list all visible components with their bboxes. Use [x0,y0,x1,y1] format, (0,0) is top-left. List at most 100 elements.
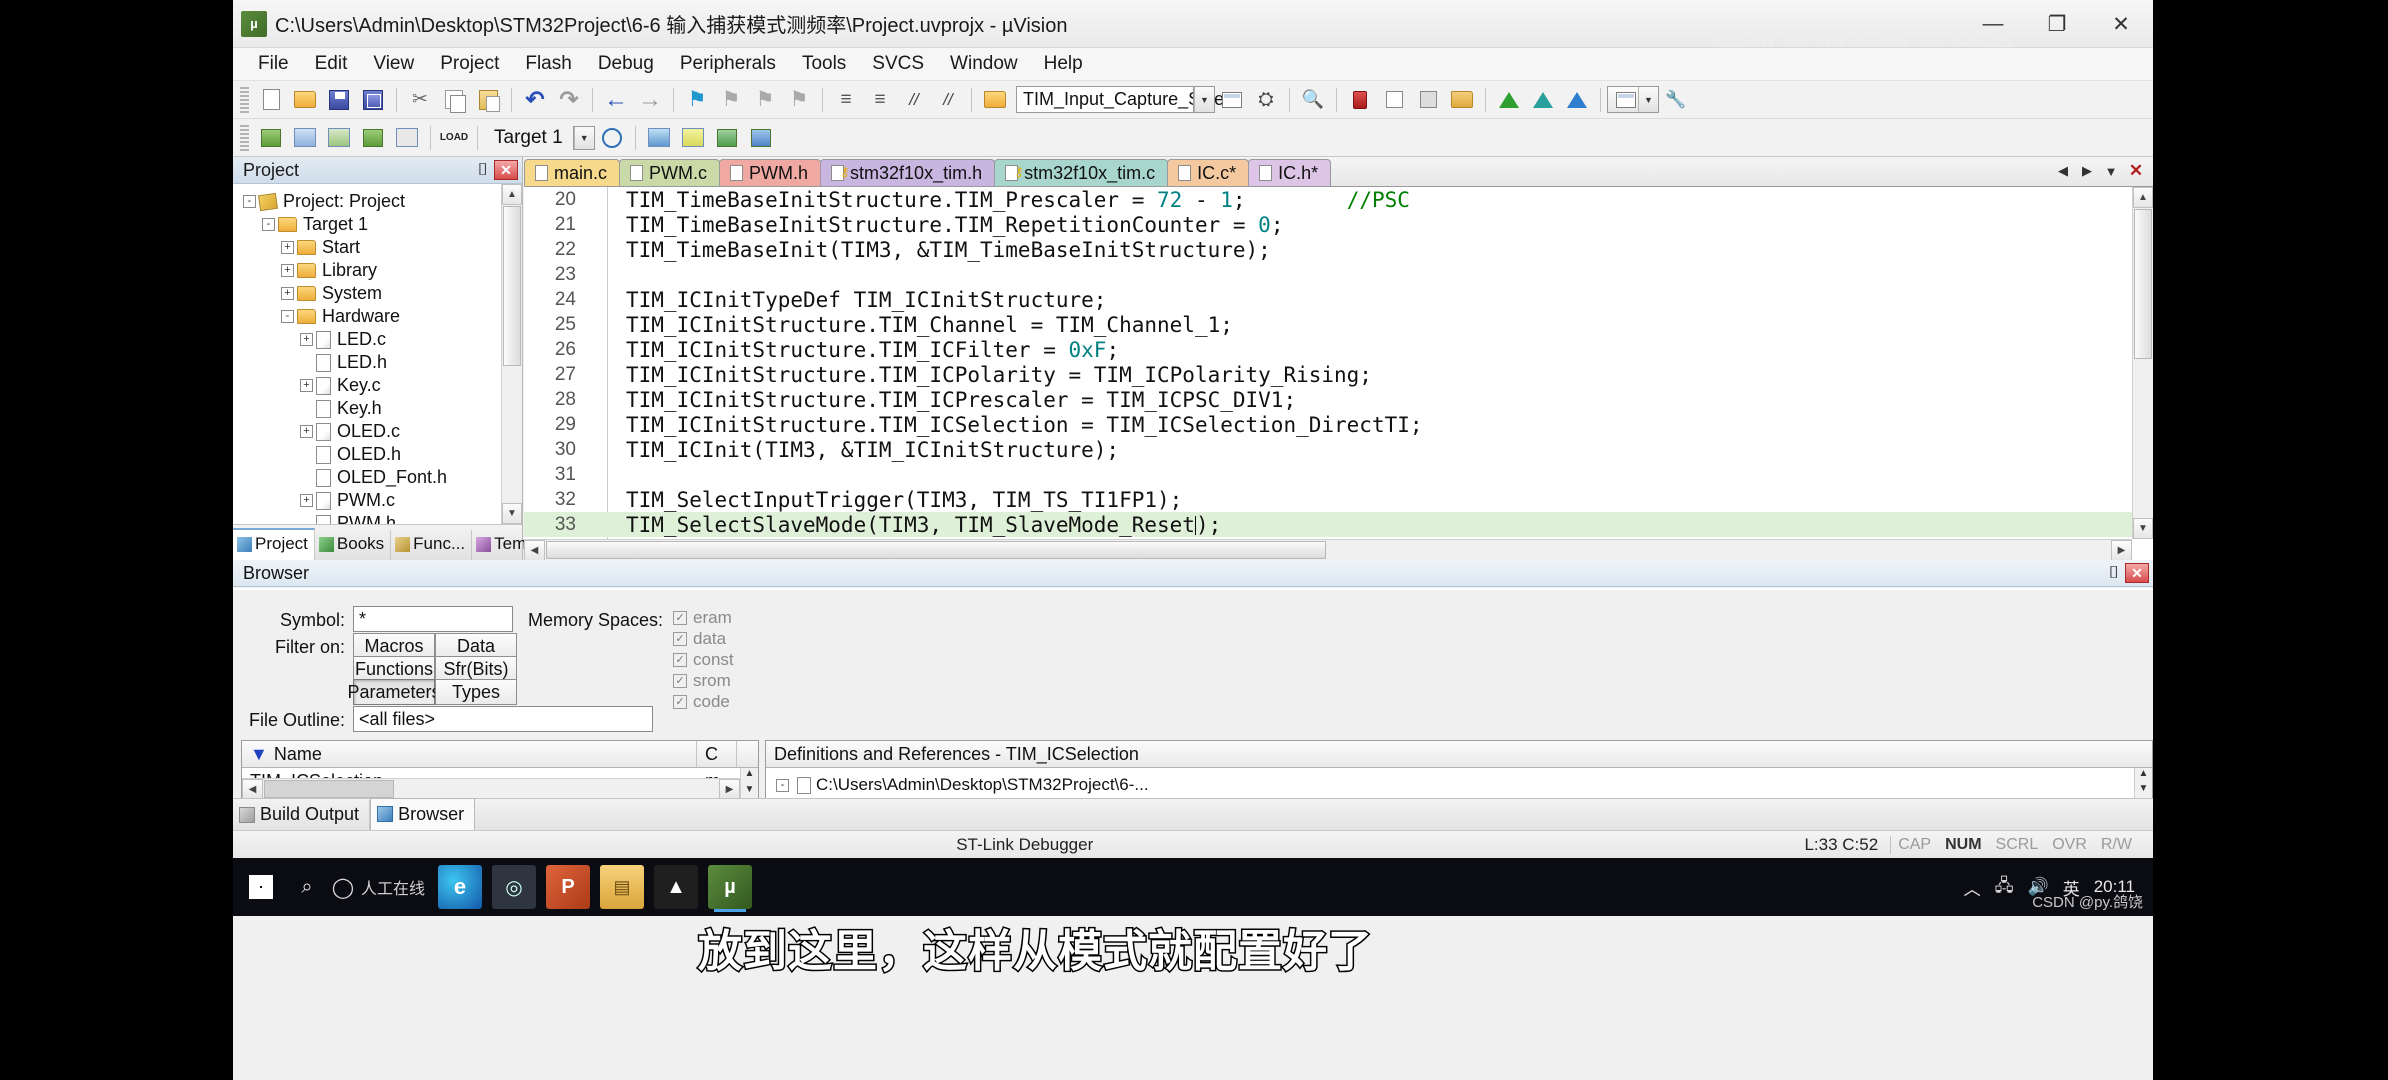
tray-chevron-icon[interactable]: ︿ [1964,875,1981,900]
expand-icon[interactable]: + [300,425,313,438]
windows-start-icon[interactable] [233,875,289,899]
insert-breakpoint-icon[interactable] [1344,85,1376,115]
new-file-icon[interactable] [255,85,287,115]
editor-tab-stm32f10x-tim-c[interactable]: ⚷ stm32f10x_tim.c [994,159,1169,186]
column-name[interactable]: ▼ Name [242,741,697,767]
editor-tab-main-c[interactable]: main.c [524,159,621,186]
scroll-right-icon[interactable]: ▶ [2111,540,2132,561]
copy-icon[interactable] [438,85,470,115]
menu-window[interactable]: Window [937,50,1031,78]
tree-item-library[interactable]: + Library [233,259,522,282]
memory-space-data[interactable]: ✓ data [673,628,734,649]
memory-space-srom[interactable]: ✓ srom [673,670,734,691]
checkbox-icon[interactable]: ✓ [673,694,687,709]
checkbox-icon[interactable]: ✓ [673,631,687,646]
filter-parameters-button[interactable]: Parameters [347,679,441,705]
scroll-up-icon[interactable]: ▲ [2135,768,2152,784]
code-line[interactable]: 31 [524,462,2132,487]
tree-item-pwm-h[interactable]: PWM.h [233,512,522,524]
code-vscrollbar[interactable]: ▲ ▼ [2132,187,2153,539]
undo-icon[interactable] [519,85,551,115]
batch-build-icon[interactable] [357,123,389,153]
redo-icon[interactable] [553,85,585,115]
expand-icon[interactable]: + [281,287,294,300]
open-text-file-icon[interactable] [979,85,1011,115]
minimize-button[interactable]: — [1961,0,2025,48]
menu-svcs[interactable]: SVCS [859,50,937,78]
project-tree[interactable]: - Project: Project - Target 1 + Start + Library… [233,184,522,524]
powerpoint-icon[interactable]: P [546,865,591,909]
column-c[interactable]: C [697,741,737,767]
navigate-back-icon[interactable] [600,85,632,115]
tab-build-output[interactable]: Build Output [233,800,371,830]
bookmark-toggle-icon[interactable] [681,85,713,115]
memory-space-eram[interactable]: ✓ eram [673,607,734,628]
maximize-button[interactable]: ❐ [2025,0,2089,48]
paste-icon[interactable] [472,85,504,115]
tree-item-key-h[interactable]: Key.h [233,397,522,420]
download-icon[interactable]: LOAD [438,123,470,153]
stop-build-icon[interactable] [391,123,423,153]
tab-scroll-right-icon[interactable]: ▶ [2075,159,2099,183]
cortana-icon[interactable]: ◯ [325,875,361,900]
code-line[interactable]: 22 TIM_TimeBaseInit(TIM3, &TIM_TimeBaseIn… [524,237,2132,262]
scroll-left-icon[interactable]: ◀ [524,540,545,561]
tree-item-oled-h[interactable]: OLED.h [233,443,522,466]
tab-functions[interactable]: Func... [391,530,473,560]
menu-view[interactable]: View [360,50,427,78]
keil-uvision-icon[interactable]: µ [708,865,753,912]
tree-item-hardware[interactable]: - Hardware [233,305,522,328]
manage-project-items-icon[interactable] [643,123,675,153]
checkbox-icon[interactable]: ✓ [673,673,687,688]
tree-item-oled-c[interactable]: + OLED.c [233,420,522,443]
debug-icon[interactable] [745,123,777,153]
menu-tools[interactable]: Tools [789,50,859,78]
tree-item-system[interactable]: + System [233,282,522,305]
tab-browser[interactable]: Browser [370,798,476,830]
editor-tab-stm32f10x-tim-h[interactable]: ⚷ stm32f10x_tim.h [820,159,996,186]
disable-all-icon[interactable] [1446,85,1478,115]
scroll-right-icon[interactable]: ▶ [719,779,740,800]
uncomment-icon[interactable] [932,85,964,115]
rebuild-icon[interactable] [323,123,355,153]
configuration-wizard-icon[interactable] [1660,85,1692,115]
tree-item-led-h[interactable]: LED.h [233,351,522,374]
disable-breakpoint-icon[interactable] [1412,85,1444,115]
manage-run-time-icon[interactable] [677,123,709,153]
editor-tab-pwm-c[interactable]: PWM.c [619,159,721,186]
hscroll-thumb[interactable] [264,780,394,798]
scroll-down-icon[interactable]: ▼ [2135,783,2152,799]
collapse-icon[interactable]: - [281,310,294,323]
search-input[interactable]: TIM_Input_Capture_Selec [1016,86,1233,113]
open-file-icon[interactable] [289,85,321,115]
expand-icon[interactable]: + [281,241,294,254]
definitions-grid[interactable]: Definitions and References - TIM_ICSelec… [765,740,2153,818]
expand-icon[interactable]: + [300,379,313,392]
debug-settings-icon[interactable] [1527,85,1559,115]
symbol-grid-vscroll[interactable]: ▲ ▼ [740,768,758,799]
symbol-results-grid[interactable]: ▼ Name C TIM_ICSelection m ◀ ▶ [241,740,759,800]
tab-list-icon[interactable]: ▼ [2099,159,2123,183]
menu-file[interactable]: File [245,50,302,78]
expand-icon[interactable]: + [281,264,294,277]
bookmark-clear-icon[interactable] [783,85,815,115]
menu-edit[interactable]: Edit [302,50,361,78]
save-all-icon[interactable] [357,85,389,115]
close-button[interactable]: ✕ [2089,0,2153,48]
kill-breakpoints-icon[interactable] [1378,85,1410,115]
scroll-thumb[interactable] [503,206,521,366]
edge-icon[interactable]: e [438,865,483,909]
code-line[interactable]: 24 TIM_ICInitTypeDef TIM_ICInitStructure; [524,287,2132,312]
tree-item-oled-font-h[interactable]: OLED_Font.h [233,466,522,489]
toolbar-grip[interactable] [240,86,249,113]
filter-types-button[interactable]: Types [435,679,517,705]
file-explorer-icon[interactable]: ▤ [600,865,645,909]
checkbox-icon[interactable]: ✓ [673,652,687,667]
app-dark-icon[interactable]: ◎ [492,865,537,909]
cut-icon[interactable] [404,85,436,115]
editor-tab-ic-h-[interactable]: IC.h* [1248,159,1332,186]
memory-space-code[interactable]: ✓ code [673,691,734,712]
expand-icon[interactable]: + [300,494,313,507]
scroll-left-icon[interactable]: ◀ [242,779,263,800]
expander-icon[interactable]: - [776,778,789,792]
